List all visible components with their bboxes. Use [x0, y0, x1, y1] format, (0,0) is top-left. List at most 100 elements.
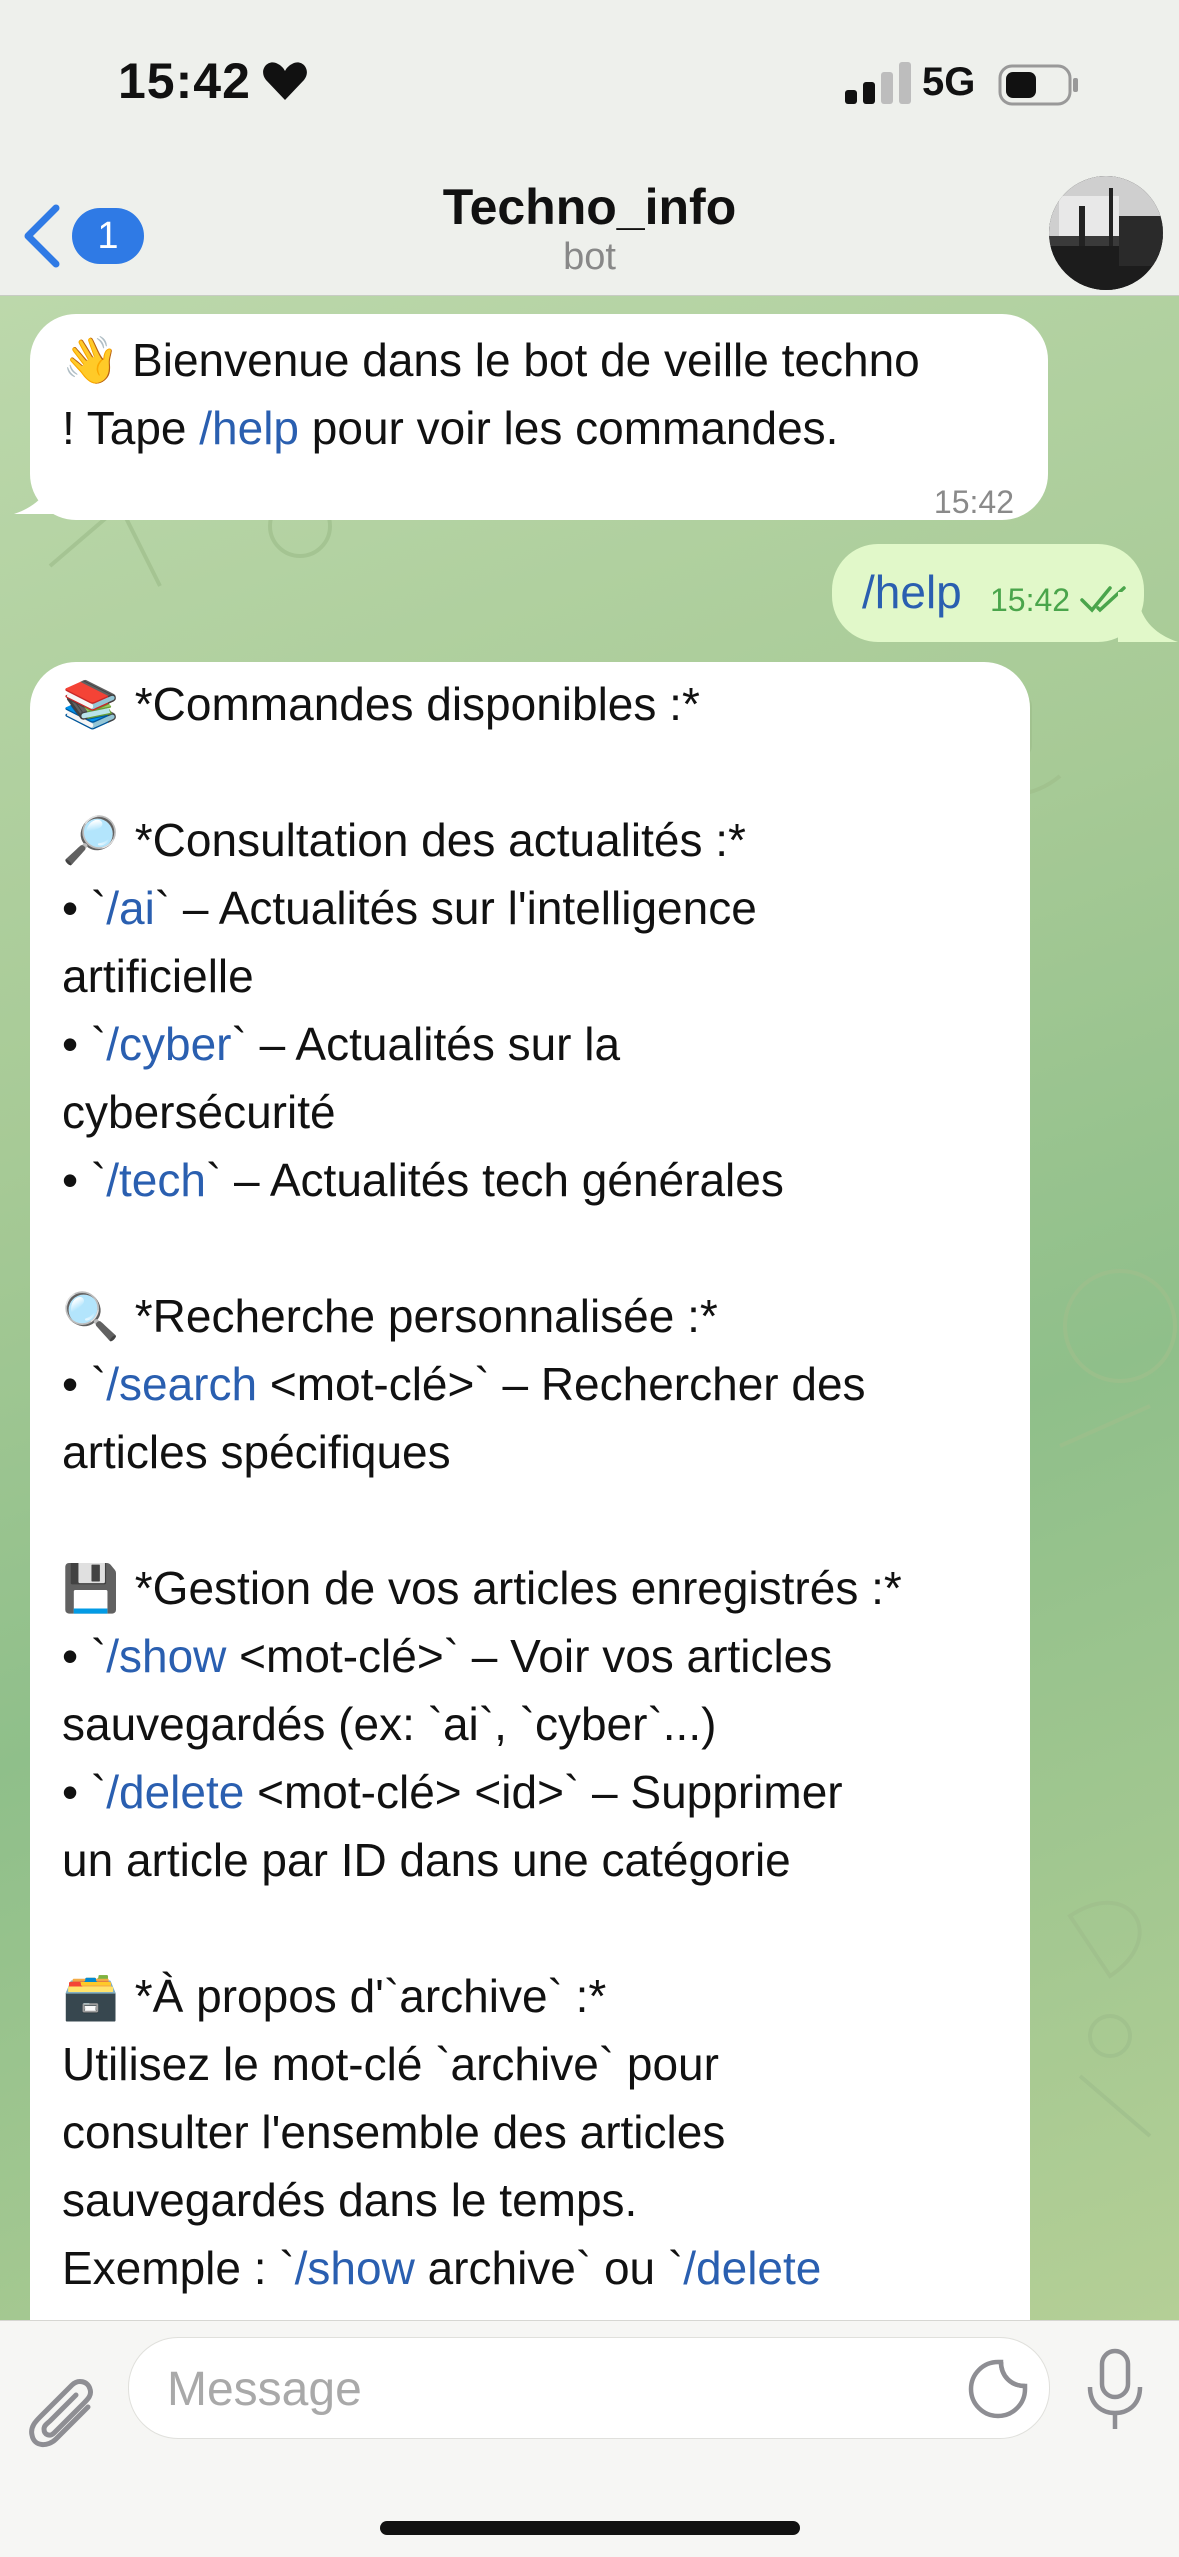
message-line: • `/search <mot-clé>` – Rechercher des [62, 1350, 1030, 1418]
text-segment: sauvegardés dans le temps. [62, 2174, 638, 2226]
emoji: 💾 [62, 1562, 120, 1614]
message-input[interactable] [165, 2358, 949, 2420]
paperclip-icon[interactable] [26, 2377, 104, 2457]
text-segment: • ` [62, 1358, 107, 1410]
text-segment: un article par ID dans une catégorie [62, 1834, 791, 1886]
emoji: 🔎 [62, 814, 120, 866]
message-line: • `/cyber` – Actualités sur la [62, 1010, 1030, 1078]
command-link[interactable]: /show [295, 2242, 415, 2294]
emoji: 🔍 [62, 1290, 120, 1342]
command-link[interactable]: /ai [106, 882, 155, 934]
command-link[interactable]: /help [199, 402, 299, 454]
message-line: • `/show <mot-clé>` – Voir vos articles [62, 1622, 1030, 1690]
network-type: 5G [922, 60, 976, 104]
message-line: 🔍 *Recherche personnalisée :* [62, 1282, 1030, 1350]
command-link[interactable]: /delete [683, 2242, 821, 2294]
emoji: 🗃️ [62, 1970, 120, 2022]
text-segment: ` – Actualités tech générales [205, 1154, 784, 1206]
text-segment: ` – Actualités sur l'intelligence [154, 882, 757, 934]
message-text: 👋 Bienvenue dans le bot de veille techno… [62, 326, 1042, 462]
text-segment: <mot-clé> <id>` – Supprimer [244, 1766, 843, 1818]
text-segment: consulter l'ensemble des articles [62, 2106, 726, 2158]
text-segment: sauvegardés (ex: `ai`, `cyber`...) [62, 1698, 717, 1750]
message-line: ! Tape /help pour voir les commandes. [62, 394, 1042, 462]
message-line: • `/delete <mot-clé> <id>` – Supprimer [62, 1758, 1030, 1826]
message-line: artificielle [62, 942, 1030, 1010]
bot-message-welcome[interactable]: 👋 Bienvenue dans le bot de veille techno… [30, 314, 1048, 520]
heart-icon [263, 62, 307, 100]
text-segment [62, 1902, 75, 1954]
emoji: 📚 [62, 678, 120, 730]
message-line: un article par ID dans une catégorie [62, 1826, 1030, 1894]
home-indicator[interactable] [380, 2521, 800, 2535]
message-line: sauvegardés (ex: `ai`, `cyber`...) [62, 1690, 1030, 1758]
text-segment: Utilisez le mot-clé `archive` pour [62, 2038, 719, 2090]
bot-message-commands[interactable]: 📚 *Commandes disponibles :* 🔎 *Consultat… [30, 662, 1030, 2320]
text-segment: archive` ou ` [414, 2242, 684, 2294]
chat-area[interactable]: 👋 Bienvenue dans le bot de veille techno… [0, 296, 1179, 2320]
text-segment: ! Tape [62, 402, 200, 454]
microphone-icon[interactable] [1082, 2347, 1148, 2435]
text-segment: *Commandes disponibles :* [122, 678, 700, 730]
message-line: 📚 *Commandes disponibles :* [62, 670, 1030, 738]
text-segment: articles spécifiques [62, 1426, 451, 1478]
message-line [62, 738, 1030, 806]
command-link[interactable]: /show [106, 1630, 226, 1682]
message-line: 💾 *Gestion de vos articles enregistrés :… [62, 1554, 1030, 1622]
text-segment: • ` [62, 1154, 107, 1206]
message-line: consulter l'ensemble des articles [62, 2098, 1030, 2166]
text-segment [62, 1222, 75, 1274]
message-line: 👋 Bienvenue dans le bot de veille techno [62, 326, 1042, 394]
message-text: 📚 *Commandes disponibles :* 🔎 *Consultat… [62, 670, 1030, 2302]
chat-subtitle: bot [563, 236, 616, 278]
background-doodle [1059, 1269, 1177, 1448]
message-line: 🔎 *Consultation des actualités :* [62, 806, 1030, 874]
text-segment: artificielle [62, 950, 254, 1002]
sticker-icon[interactable] [967, 2358, 1029, 2420]
message-line: sauvegardés dans le temps. [62, 2166, 1030, 2234]
avatar-image [1049, 176, 1163, 290]
command-link[interactable]: /search [106, 1358, 257, 1410]
chat-title[interactable]: Techno_info [0, 178, 1179, 236]
signal-bars-icon [845, 62, 911, 104]
message-line: cybersécurité [62, 1078, 1030, 1146]
text-segment: • ` [62, 1018, 107, 1070]
command-link[interactable]: /tech [106, 1154, 206, 1206]
message-line: Exemple : `/show archive` ou `/delete [62, 2234, 1030, 2302]
status-time: 15:42 [118, 53, 251, 109]
battery-icon [998, 64, 1078, 106]
text-segment: <mot-clé>` – Rechercher des [257, 1358, 866, 1410]
text-segment: • ` [62, 882, 107, 934]
message-line: Utilisez le mot-clé `archive` pour [62, 2030, 1030, 2098]
bot-avatar[interactable] [1049, 176, 1163, 290]
message-text[interactable]: /help [862, 558, 962, 626]
background-doodle [1067, 1901, 1152, 2138]
text-segment [62, 746, 75, 798]
text-segment [62, 1494, 75, 1546]
message-time: 15:42 [933, 484, 1014, 520]
bubble-tail [1118, 592, 1178, 642]
text-segment: cybersécurité [62, 1086, 336, 1138]
user-message-help[interactable]: /help 15:42 [832, 544, 1144, 642]
text-segment: *Recherche personnalisée :* [122, 1290, 718, 1342]
text-segment: ` – Actualités sur la [231, 1018, 621, 1070]
message-line: • `/tech` – Actualités tech générales [62, 1146, 1030, 1214]
status-bar: 15:42 5G [0, 0, 1179, 170]
text-segment: • ` [62, 1766, 107, 1818]
text-segment: • ` [62, 1630, 107, 1682]
message-line: articles spécifiques [62, 1418, 1030, 1486]
text-segment: *À propos d'`archive` :* [122, 1970, 607, 2022]
text-segment: 👋 Bienvenue dans le bot de veille techno [62, 334, 920, 386]
message-time: 15:42 [990, 582, 1071, 618]
command-link[interactable]: /cyber [106, 1018, 231, 1070]
message-line [62, 1894, 1030, 1962]
command-link[interactable]: /delete [106, 1766, 244, 1818]
message-line: 🗃️ *À propos d'`archive` :* [62, 1962, 1030, 2030]
text-segment: pour voir les commandes. [299, 402, 839, 454]
message-line: • `/ai` – Actualités sur l'intelligence [62, 874, 1030, 942]
text-segment: *Gestion de vos articles enregistrés :* [122, 1562, 902, 1614]
text-segment: <mot-clé>` – Voir vos articles [226, 1630, 833, 1682]
text-segment: *Consultation des actualités :* [122, 814, 746, 866]
text-segment: Exemple : ` [62, 2242, 295, 2294]
message-field[interactable] [128, 2337, 1050, 2439]
